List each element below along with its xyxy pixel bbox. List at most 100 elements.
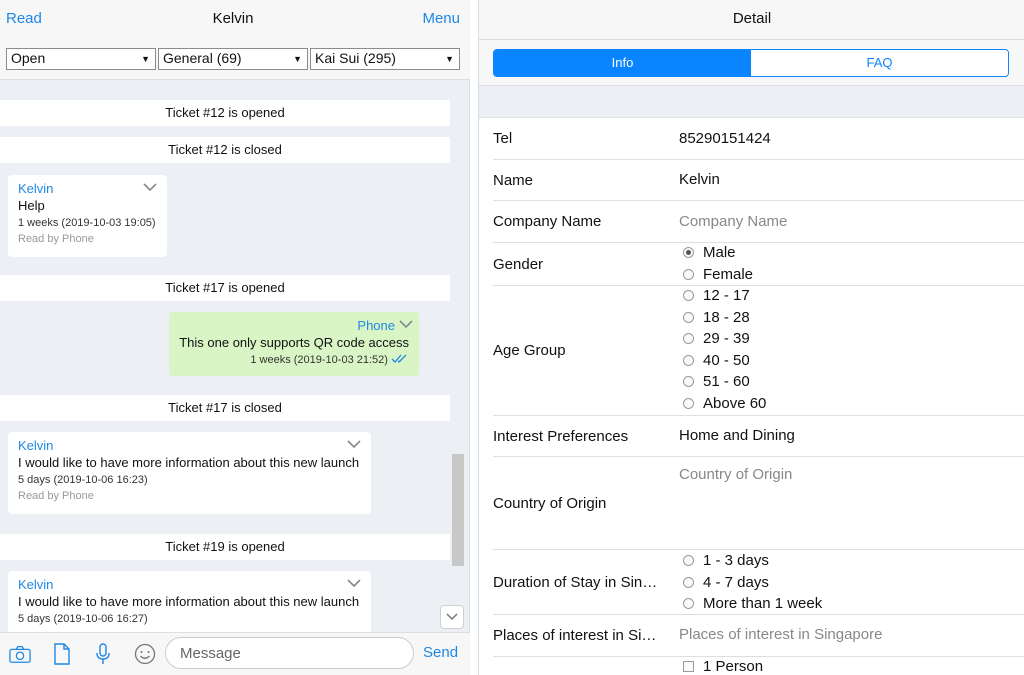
- system-message: Ticket #12 is opened: [0, 100, 450, 126]
- company-input[interactable]: Company Name: [679, 213, 787, 230]
- name-row: Name Kelvin: [493, 160, 1024, 201]
- option-label: Male: [703, 244, 736, 261]
- option-label: 4 - 7 days: [703, 574, 769, 591]
- interest-label: Interest Preferences: [493, 428, 629, 445]
- name-label: Name: [493, 172, 534, 189]
- message-input[interactable]: [165, 637, 414, 669]
- tab-bar: Info FAQ: [479, 40, 1024, 85]
- agent-select[interactable]: Kai Sui (295) ▼: [310, 48, 460, 70]
- places-input[interactable]: Places of interest in Singapore: [679, 626, 882, 643]
- gender-option-male[interactable]: Male: [683, 244, 736, 261]
- message-text: Help: [18, 198, 45, 213]
- agent-select-value: Kai Sui (295): [315, 50, 396, 66]
- system-message: Ticket #17 is closed: [0, 395, 450, 421]
- option-label: 12 - 17: [703, 287, 750, 304]
- option-label: 29 - 39: [703, 330, 750, 347]
- message-time-row: 1 weeks (2019-10-03 21:52): [179, 354, 409, 366]
- message-text: This one only supports QR code access: [179, 335, 409, 350]
- age-group-row: Age Group 12 - 17 18 - 28 29 - 39 40 - 5…: [493, 286, 1024, 416]
- incoming-message[interactable]: Kelvin I would like to have more informa…: [8, 571, 371, 632]
- gender-row: Gender Male Female: [493, 243, 1024, 286]
- tab-faq[interactable]: FAQ: [751, 50, 1008, 76]
- radio-icon: [683, 312, 694, 323]
- chevron-down-icon[interactable]: [143, 179, 157, 195]
- status-select-value: Open: [11, 50, 46, 66]
- places-label: Places of interest in Si…: [493, 627, 657, 644]
- option-label: 51 - 60: [703, 373, 750, 390]
- radio-icon: [683, 398, 694, 409]
- message-text: I would like to have more information ab…: [18, 455, 360, 470]
- caret-down-icon: ▼: [141, 54, 150, 64]
- message-time: 5 days (2019-10-06 16:27): [18, 613, 148, 625]
- radio-icon: [683, 355, 694, 366]
- duration-option[interactable]: 4 - 7 days: [683, 574, 769, 591]
- chevron-down-icon[interactable]: [399, 316, 413, 332]
- radio-icon: [683, 555, 694, 566]
- radio-selected-icon: [683, 247, 694, 258]
- file-icon[interactable]: [51, 643, 73, 665]
- chevron-down-icon[interactable]: [347, 575, 361, 591]
- country-input[interactable]: Country of Origin: [679, 466, 792, 483]
- tab-info[interactable]: Info: [494, 50, 751, 76]
- message-sender: Kelvin: [18, 181, 54, 196]
- radio-icon: [683, 333, 694, 344]
- tel-value[interactable]: 85290151424: [679, 130, 771, 147]
- option-label: Above 60: [703, 395, 767, 412]
- microphone-icon[interactable]: [92, 643, 114, 665]
- outgoing-message[interactable]: Phone This one only supports QR code acc…: [169, 312, 419, 376]
- option-label: 40 - 50: [703, 352, 750, 369]
- gender-option-female[interactable]: Female: [683, 266, 753, 283]
- age-option[interactable]: 29 - 39: [683, 330, 750, 347]
- system-message: Ticket #12 is closed: [0, 137, 450, 163]
- chat-title: Kelvin: [212, 10, 254, 27]
- age-option[interactable]: 12 - 17: [683, 287, 750, 304]
- duration-label: Duration of Stay in Sin…: [493, 574, 658, 591]
- message-sender: Kelvin: [18, 577, 54, 592]
- incoming-message[interactable]: Kelvin I would like to have more informa…: [8, 432, 371, 514]
- duration-option[interactable]: 1 - 3 days: [683, 552, 769, 569]
- gender-label: Gender: [493, 256, 544, 273]
- section-spacer: [479, 85, 1024, 118]
- scroll-to-bottom-button[interactable]: [440, 605, 464, 629]
- incoming-message[interactable]: Kelvin Help 1 weeks (2019-10-03 19:05) R…: [8, 175, 167, 257]
- category-select[interactable]: General (69) ▼: [158, 48, 308, 70]
- radio-icon: [683, 269, 694, 280]
- duration-option[interactable]: More than 1 week: [683, 595, 822, 612]
- chevron-down-icon[interactable]: [347, 436, 361, 452]
- segmented-control: Info FAQ: [493, 49, 1009, 77]
- name-value[interactable]: Kelvin: [679, 171, 720, 188]
- age-option[interactable]: 18 - 28: [683, 309, 750, 326]
- emoji-icon[interactable]: [134, 643, 156, 665]
- interest-value[interactable]: Home and Dining: [679, 427, 795, 444]
- system-message: Ticket #17 is opened: [0, 275, 450, 301]
- camera-icon[interactable]: [9, 643, 31, 665]
- chat-pane: Read Kelvin Menu Open ▼ General (69) ▼ K…: [0, 0, 470, 675]
- party-option[interactable]: 1 Person: [683, 658, 763, 675]
- tel-row: Tel 85290151424: [493, 118, 1024, 160]
- message-time: 5 days (2019-10-06 16:23): [18, 474, 148, 486]
- option-label: 1 - 3 days: [703, 552, 769, 569]
- scrollbar-thumb[interactable]: [452, 454, 464, 566]
- double-check-icon: [391, 354, 409, 366]
- option-label: More than 1 week: [703, 595, 823, 612]
- radio-icon: [683, 290, 694, 301]
- read-receipt: Read by Phone: [18, 490, 94, 502]
- party-row: 1 Person: [493, 657, 1024, 675]
- status-select[interactable]: Open ▼: [6, 48, 156, 70]
- age-option[interactable]: Above 60: [683, 395, 766, 412]
- message-sender: Kelvin: [18, 438, 54, 453]
- age-option[interactable]: 40 - 50: [683, 352, 750, 369]
- radio-icon: [683, 376, 694, 387]
- message-list[interactable]: Ticket #12 is opened Ticket #12 is close…: [0, 80, 470, 632]
- places-row: Places of interest in Si… Places of inte…: [493, 615, 1024, 657]
- country-label: Country of Origin: [493, 495, 607, 512]
- checkbox-icon: [683, 661, 694, 672]
- read-receipt: Read by Phone: [18, 233, 94, 245]
- duration-row: Duration of Stay in Sin… 1 - 3 days 4 - …: [493, 550, 1024, 615]
- company-label: Company Name: [493, 213, 602, 230]
- option-label: 18 - 28: [703, 309, 750, 326]
- menu-button[interactable]: Menu: [422, 10, 460, 27]
- send-button[interactable]: Send: [423, 644, 458, 661]
- age-option[interactable]: 51 - 60: [683, 373, 750, 390]
- country-row: Country of Origin Country of Origin: [493, 457, 1024, 550]
